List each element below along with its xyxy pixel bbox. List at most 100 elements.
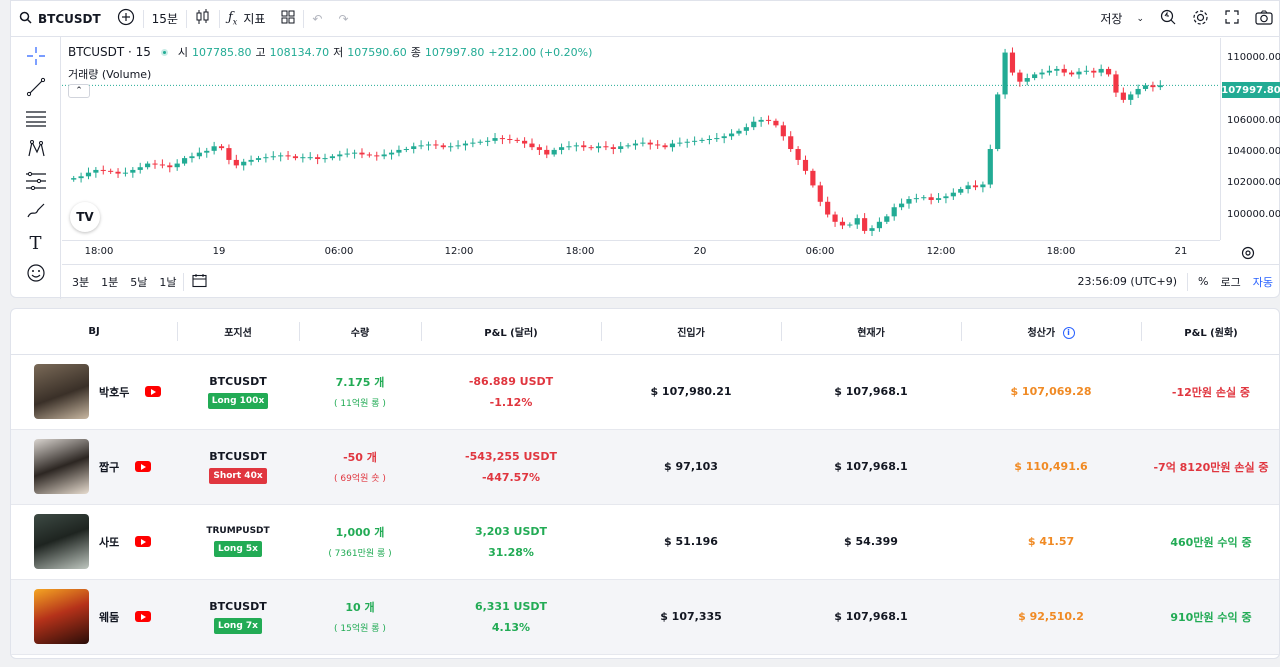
candle-body xyxy=(862,218,868,231)
candle-body xyxy=(839,221,846,226)
candle-body xyxy=(995,94,1001,150)
chevron-up-icon: ⌃ xyxy=(75,86,83,96)
range-button-3m[interactable]: 3분 xyxy=(62,274,95,290)
candle-body xyxy=(972,185,979,188)
fullscreen-button[interactable] xyxy=(1217,1,1247,37)
candle-body xyxy=(507,139,513,140)
range-button-5d[interactable]: 5날 xyxy=(124,274,153,290)
table-row[interactable]: 짭구 BTCUSDT Short 40x -50 개 ( 69억원 숏 ) -543… xyxy=(11,429,1279,505)
symbol: BTCUSDT xyxy=(209,449,267,463)
candlestick-chart[interactable]: BTCUSDT · 15 시 107785.80 고 108134.70 저 1075… xyxy=(62,38,1220,240)
candle-body xyxy=(817,185,823,202)
candle-body xyxy=(765,119,772,121)
candle xyxy=(692,136,698,146)
goto-date-button[interactable] xyxy=(184,273,215,291)
candle xyxy=(381,149,387,160)
candle xyxy=(248,155,254,166)
candle-body xyxy=(891,207,897,217)
compare-button[interactable] xyxy=(109,1,143,37)
candle xyxy=(655,140,661,150)
candle-body xyxy=(285,155,291,157)
candle-body xyxy=(181,158,188,164)
candle-body xyxy=(145,163,151,168)
candle-body xyxy=(470,142,476,144)
entry-price: $ 107,980.21 xyxy=(601,354,781,430)
candle-body xyxy=(1128,94,1134,100)
indicators-button[interactable]: ƒx 지표 xyxy=(220,1,273,37)
candle xyxy=(396,145,402,157)
header-position: 포지션 xyxy=(177,309,299,355)
price-axis[interactable]: 110000.00 106000.00 104000.00 102000.00 … xyxy=(1220,38,1280,240)
pattern-tool[interactable] xyxy=(22,138,50,163)
candle-body xyxy=(987,149,993,185)
avatar xyxy=(34,364,89,419)
auto-toggle[interactable]: 자동 xyxy=(1247,274,1280,290)
candle xyxy=(181,155,188,166)
legend-title: BTCUSDT · 15 xyxy=(68,45,151,59)
percent-toggle[interactable]: % xyxy=(1188,275,1214,288)
log-toggle[interactable]: 로그 xyxy=(1215,274,1247,290)
time-axis-settings-button[interactable] xyxy=(1241,245,1257,261)
quantity-krw: ( 15억원 롱 ) xyxy=(334,624,386,634)
youtube-icon[interactable] xyxy=(135,461,152,472)
candle xyxy=(344,148,350,158)
pnl-krw: 910만원 수익 중 xyxy=(1141,579,1279,655)
redo-button[interactable]: ↷ xyxy=(330,1,356,37)
time-label: 18:00 xyxy=(1046,246,1076,257)
brush-tool[interactable] xyxy=(22,200,50,225)
text-icon: T xyxy=(29,233,42,254)
info-icon[interactable]: i xyxy=(1062,326,1075,339)
screenshot-button[interactable] xyxy=(1247,1,1280,37)
youtube-icon[interactable] xyxy=(135,611,152,622)
prediction-tool[interactable] xyxy=(22,169,50,194)
crosshair-tool[interactable] xyxy=(22,45,50,70)
range-button-1d[interactable]: 1날 xyxy=(153,274,182,290)
indicators-label: 지표 xyxy=(243,12,266,26)
candle xyxy=(647,139,653,150)
pnl-percent: 4.13% xyxy=(491,620,531,634)
candle xyxy=(322,153,328,163)
pnl-krw: -12만원 손실 중 xyxy=(1141,354,1279,430)
clock-label[interactable]: 23:56:09 (UTC+9) xyxy=(1068,275,1188,288)
candle-body xyxy=(366,154,372,156)
youtube-icon[interactable] xyxy=(145,386,162,397)
symbol-search[interactable]: BTCUSDT xyxy=(11,1,109,37)
table-row[interactable]: 박호두 BTCUSDT Long 100x 7.175 개 ( 11억원 롱 ) -… xyxy=(11,354,1279,430)
current-price: $ 107,968.1 xyxy=(781,429,961,505)
chart-type-button[interactable] xyxy=(187,1,219,37)
candle xyxy=(876,217,882,232)
candle xyxy=(699,137,705,144)
interval-button[interactable]: 15분 xyxy=(144,1,186,37)
table-row[interactable]: 사또 TRUMPUSDT Long 5x 1,000 개( 7361만원 롱 ) … xyxy=(11,504,1279,580)
table-row[interactable]: 웨둠 BTCUSDT Long 7x 10 개 ( 15억원 롱 ) 6,331 U… xyxy=(11,579,1279,655)
quick-search-button[interactable] xyxy=(1152,1,1184,37)
text-tool[interactable]: T xyxy=(22,231,50,256)
youtube-icon[interactable] xyxy=(135,536,152,547)
candle xyxy=(662,143,668,150)
candle-body xyxy=(307,157,313,159)
candle-body xyxy=(388,152,395,155)
volume-indicator-label[interactable]: 거래량 (Volume) xyxy=(68,66,151,82)
candle xyxy=(921,195,927,201)
liquidation-price: $ 110,491.6 xyxy=(961,429,1141,505)
legend-collapse-button[interactable]: ⌃ xyxy=(68,84,90,98)
trend-line-tool[interactable] xyxy=(22,76,50,101)
price-label: 110000.00 xyxy=(1227,52,1280,63)
candle-body xyxy=(322,158,328,160)
tradingview-logo[interactable]: TV xyxy=(70,202,100,232)
candle xyxy=(78,172,84,183)
save-button[interactable]: 저장 ⌄ xyxy=(1092,1,1152,37)
candle xyxy=(374,151,380,161)
time-axis[interactable]: 18:00 19 06:00 12:00 18:00 20 06:00 12:0… xyxy=(62,240,1220,264)
emoji-tool[interactable] xyxy=(22,262,50,287)
layouts-button[interactable] xyxy=(273,1,303,37)
fib-tool[interactable] xyxy=(22,107,50,132)
candle-body xyxy=(440,145,446,148)
settings-button[interactable] xyxy=(1184,1,1217,37)
range-button-1m[interactable]: 1분 xyxy=(95,274,124,290)
candle xyxy=(1017,69,1023,87)
candle-body xyxy=(462,143,469,146)
candle-body xyxy=(1113,74,1119,93)
candle-body xyxy=(300,157,306,159)
undo-button[interactable]: ↶ xyxy=(304,1,330,37)
